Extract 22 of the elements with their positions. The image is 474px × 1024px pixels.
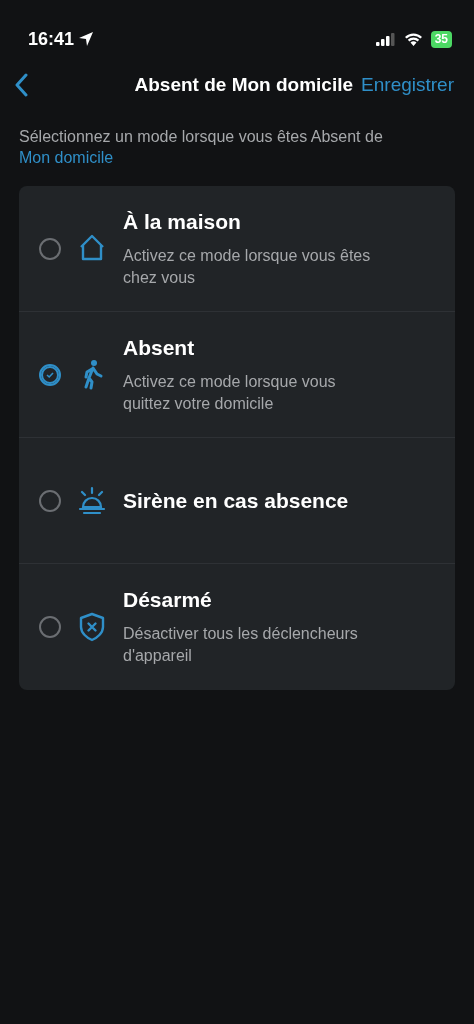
radio-button[interactable] [39, 616, 61, 638]
radio-button[interactable] [39, 363, 61, 386]
mode-title: Désarmé [123, 587, 213, 613]
mode-title: Sirène en cas absence [123, 487, 349, 514]
radio-button[interactable] [39, 489, 61, 512]
mode-title: Absent [123, 334, 196, 361]
radio-button[interactable] [39, 237, 61, 260]
mode-description: Activez ce mode lorsque vous êtes chez vous [123, 245, 372, 288]
clock-time: 16:41 [28, 27, 75, 51]
siren-icon [77, 484, 107, 517]
instruction-text: Sélectionnez un mode lorsque vous êtes Absent de Mon domicile [18, 127, 384, 168]
page-title: Absent de Mon domicile [133, 72, 354, 97]
mode-description: Désactiver tous les déclencheurs d'appareil [123, 624, 359, 666]
battery-level: 35 [430, 30, 452, 48]
shield-x-icon [77, 611, 107, 643]
mode-title: À la maison [123, 208, 242, 235]
save-link[interactable]: Enregistrer [361, 70, 454, 100]
wifi-icon [403, 32, 423, 46]
home-link[interactable]: Mon domicile [19, 149, 114, 166]
location-icon [78, 31, 95, 47]
signal-icon [375, 32, 396, 46]
mode-description: Activez ce mode lorsque vous quittez votre domicile [123, 371, 337, 414]
